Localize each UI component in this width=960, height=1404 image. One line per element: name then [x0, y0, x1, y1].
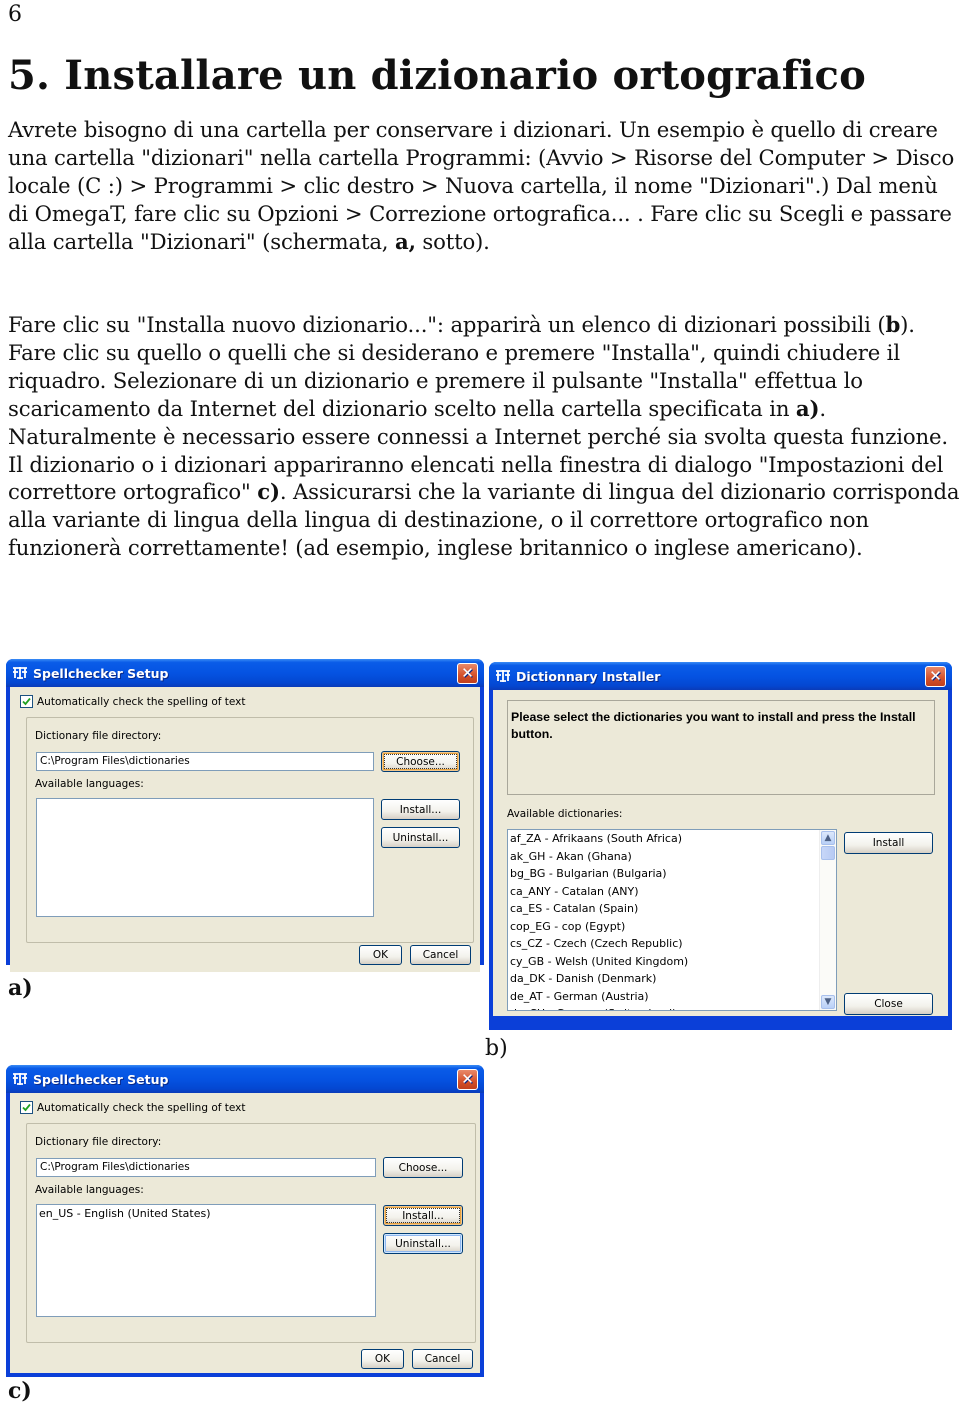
list-item[interactable]: cy_GB - Welsh (United Kingdom)	[508, 953, 836, 971]
close-dialog-button[interactable]: Close	[844, 993, 933, 1015]
install-button[interactable]: Install...	[381, 799, 460, 820]
available-languages-list[interactable]: en_US - English (United States)	[36, 1204, 376, 1317]
install-button[interactable]: Install	[844, 832, 933, 854]
uninstall-button[interactable]: Uninstall...	[383, 1233, 463, 1254]
dialog-title: Spellchecker Setup	[33, 665, 169, 681]
dictionary-group: Dictionary file directory: C:\Program Fi…	[26, 717, 474, 943]
list-item[interactable]: da_DK - Danish (Denmark)	[508, 970, 836, 988]
dir-label: Dictionary file directory:	[35, 730, 162, 742]
bold-reference: c)	[257, 479, 280, 505]
checkbox-label: Automatically check the spelling of text	[37, 695, 246, 708]
list-item[interactable]: en_US - English (United States)	[37, 1205, 375, 1223]
languages-label: Available languages:	[35, 778, 144, 790]
list-item[interactable]: bg_BG - Bulgarian (Bulgaria)	[508, 865, 836, 883]
scroll-up-button[interactable]: ▲	[821, 831, 835, 845]
omegat-icon	[12, 1072, 28, 1086]
close-icon: ✕	[461, 1070, 474, 1088]
dictionary-group: Dictionary file directory: C:\Program Fi…	[26, 1123, 476, 1343]
dir-label: Dictionary file directory:	[35, 1136, 162, 1148]
choose-button[interactable]: Choose...	[381, 751, 460, 772]
auto-spellcheck-checkbox[interactable]: Automatically check the spelling of text	[20, 695, 246, 708]
available-languages-list[interactable]	[36, 798, 374, 917]
intro-paragraph: Avrete bisogno di una cartella per conse…	[8, 116, 960, 256]
page-title: 5. Installare un dizionario ortografico	[8, 52, 866, 99]
chevron-up-icon: ▲	[824, 833, 832, 843]
dictionaries-label: Available dictionaries:	[507, 808, 623, 820]
list-item[interactable]: ca_ANY - Catalan (ANY)	[508, 883, 836, 901]
paragraph-text: sotto).	[415, 228, 490, 254]
omegat-icon	[12, 666, 28, 680]
list-item[interactable]: ca_ES - Catalan (Spain)	[508, 900, 836, 918]
cancel-button[interactable]: Cancel	[412, 1349, 473, 1369]
list-item[interactable]: cs_CZ - Czech (Czech Republic)	[508, 935, 836, 953]
page-number: 6	[8, 2, 22, 27]
dialog-body: Please select the dictionaries you want …	[493, 690, 948, 1016]
dictionary-dir-input[interactable]: C:\Program Files\dictionaries	[36, 752, 374, 771]
close-icon: ✕	[929, 667, 942, 685]
instructions-box: Please select the dictionaries you want …	[507, 700, 935, 795]
uninstall-button[interactable]: Uninstall...	[381, 827, 460, 848]
close-button[interactable]: ✕	[457, 662, 478, 684]
list-item[interactable]: cop_EG - cop (Egypt)	[508, 918, 836, 936]
spellchecker-setup-dialog-c: Spellchecker Setup ✕ Automatically check…	[6, 1065, 484, 1377]
choose-button[interactable]: Choose...	[383, 1157, 463, 1178]
close-button[interactable]: ✕	[457, 1068, 478, 1090]
ok-button[interactable]: OK	[359, 945, 402, 965]
auto-spellcheck-checkbox[interactable]: Automatically check the spelling of text	[20, 1101, 246, 1114]
dictionary-items: af_ZA - Afrikaans (South Africa) ak_GH - …	[508, 830, 836, 1010]
bold-reference: b	[885, 312, 901, 337]
dialog-title: Dictionnary Installer	[516, 668, 661, 684]
list-item[interactable]: de_AT - German (Austria)	[508, 988, 836, 1006]
languages-label: Available languages:	[35, 1184, 144, 1196]
omegat-icon	[495, 669, 511, 683]
ok-button[interactable]: OK	[361, 1349, 404, 1369]
caption-b: b)	[485, 1036, 508, 1061]
scroll-down-button[interactable]: ▼	[821, 995, 835, 1009]
bold-reference: a,	[394, 228, 416, 254]
dialog-title: Spellchecker Setup	[33, 1071, 169, 1087]
paragraph-text: Fare clic su "Installa nuovo dizionario.…	[8, 312, 886, 337]
spellchecker-setup-dialog-a: Spellchecker Setup ✕ Automatically check…	[6, 659, 484, 972]
checkbox-checked-icon	[20, 695, 33, 708]
checkbox-checked-icon	[20, 1101, 33, 1114]
scrollbar[interactable]: ▲ ▼	[819, 830, 836, 1010]
cancel-button[interactable]: Cancel	[410, 945, 471, 965]
caption-a: a)	[8, 975, 33, 1001]
close-button[interactable]: ✕	[925, 665, 946, 687]
title-bar[interactable]: Spellchecker Setup ✕	[6, 659, 484, 687]
title-bar[interactable]: Spellchecker Setup ✕	[6, 1065, 484, 1093]
title-bar[interactable]: Dictionnary Installer ✕	[489, 662, 952, 690]
checkbox-label: Automatically check the spelling of text	[37, 1101, 246, 1114]
scroll-thumb[interactable]	[821, 846, 835, 860]
available-dictionaries-list[interactable]: af_ZA - Afrikaans (South Africa) ak_GH - …	[507, 829, 837, 1011]
install-button[interactable]: Install...	[383, 1205, 463, 1226]
bold-reference: a)	[795, 395, 820, 421]
caption-c: c)	[8, 1378, 32, 1404]
language-items: en_US - English (United States)	[37, 1205, 375, 1223]
list-item[interactable]: af_ZA - Afrikaans (South Africa)	[508, 830, 836, 848]
list-item[interactable]: ak_GH - Akan (Ghana)	[508, 848, 836, 866]
dictionary-installer-dialog: Dictionnary Installer ✕ Please select th…	[489, 662, 952, 1030]
dialog-body: Automatically check the spelling of text…	[10, 1093, 480, 1373]
chevron-down-icon: ▼	[824, 997, 832, 1007]
dialog-body: Automatically check the spelling of text…	[10, 687, 480, 972]
close-icon: ✕	[461, 664, 474, 682]
list-item[interactable]: de_CH - German (Switzerland)	[508, 1005, 836, 1010]
instructions-paragraph: Fare clic su "Installa nuovo dizionario.…	[8, 311, 960, 562]
dictionary-dir-input[interactable]: C:\Program Files\dictionaries	[36, 1158, 376, 1177]
